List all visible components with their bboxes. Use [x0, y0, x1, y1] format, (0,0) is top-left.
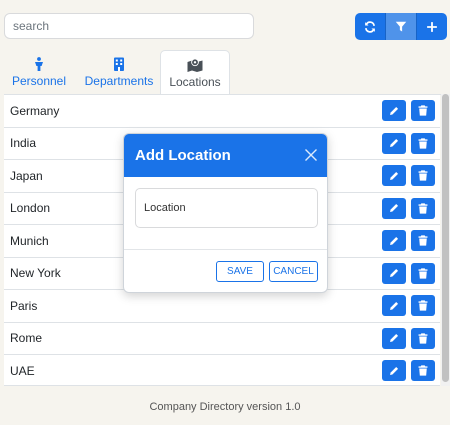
- modal-header: Add Location: [124, 134, 327, 177]
- cancel-button[interactable]: CANCEL: [269, 261, 318, 282]
- location-name: India: [10, 136, 37, 151]
- pencil-icon: [390, 268, 399, 277]
- modal-title: Add Location: [135, 147, 231, 164]
- edit-button[interactable]: [382, 295, 406, 316]
- table-row: UAE: [4, 354, 440, 387]
- delete-button[interactable]: [411, 230, 435, 251]
- location-name: New York: [10, 266, 61, 281]
- tab-personnel[interactable]: Personnel: [4, 50, 74, 95]
- tab-bar: Personnel Departments Locations: [4, 50, 446, 95]
- trash-icon: [418, 267, 428, 279]
- delete-button[interactable]: [411, 100, 435, 121]
- pencil-icon: [390, 236, 399, 245]
- plus-icon: [427, 21, 437, 32]
- location-input[interactable]: [135, 188, 318, 228]
- tab-locations-label: Locations: [169, 75, 221, 89]
- building-icon: [114, 57, 124, 71]
- location-name: Japan: [10, 168, 43, 183]
- trash-icon: [418, 137, 428, 149]
- delete-button[interactable]: [411, 197, 435, 219]
- person-icon: [35, 57, 43, 71]
- location-name: Rome: [10, 331, 43, 346]
- delete-button[interactable]: [411, 132, 435, 154]
- edit-button[interactable]: [382, 132, 406, 154]
- trash-icon: [418, 332, 428, 344]
- edit-button[interactable]: [382, 360, 406, 381]
- location-name: Germany: [10, 103, 60, 118]
- trash-icon: [418, 365, 428, 376]
- footer-text: Company Directory version 1.0: [149, 401, 301, 413]
- edit-button[interactable]: [382, 100, 406, 121]
- edit-button[interactable]: [382, 165, 406, 186]
- scrollbar-thumb[interactable]: [442, 94, 449, 382]
- tab-locations[interactable]: Locations: [160, 50, 230, 95]
- pencil-icon: [390, 333, 399, 342]
- trash-icon: [418, 202, 428, 214]
- top-bar: [4, 13, 447, 40]
- tab-departments[interactable]: Departments: [79, 50, 159, 95]
- pencil-icon: [390, 171, 399, 180]
- location-name: London: [10, 201, 51, 216]
- search-input[interactable]: [4, 13, 254, 39]
- pencil-icon: [390, 301, 399, 310]
- delete-button[interactable]: [411, 262, 435, 284]
- map-icon: [187, 58, 203, 72]
- trash-icon: [418, 300, 428, 311]
- table-row: Germany: [4, 94, 440, 127]
- trash-icon: [418, 235, 428, 246]
- pencil-icon: [390, 138, 399, 147]
- pencil-icon: [390, 366, 399, 375]
- location-name: UAE: [10, 363, 35, 378]
- add-button[interactable]: [417, 13, 447, 40]
- location-name: Munich: [10, 233, 49, 248]
- location-name: Paris: [10, 298, 38, 313]
- edit-button[interactable]: [382, 262, 406, 284]
- pencil-icon: [390, 106, 399, 115]
- delete-button[interactable]: [411, 165, 435, 186]
- add-location-modal: Add Location SAVE CANCEL: [123, 133, 328, 293]
- trash-icon: [418, 105, 428, 116]
- edit-button[interactable]: [382, 197, 406, 219]
- tab-personnel-label: Personnel: [11, 74, 67, 88]
- table-scrollbar[interactable]: [441, 94, 450, 386]
- pencil-icon: [390, 203, 399, 212]
- tab-departments-label: Departments: [84, 74, 154, 88]
- modal-body: [124, 177, 327, 250]
- delete-button[interactable]: [411, 327, 435, 349]
- table-row: Rome: [4, 321, 440, 355]
- delete-button[interactable]: [411, 360, 435, 381]
- delete-button[interactable]: [411, 295, 435, 316]
- filter-icon: [395, 21, 407, 31]
- filter-button[interactable]: [386, 13, 417, 40]
- toolbar-button-group: [355, 13, 447, 40]
- refresh-icon: [365, 20, 375, 33]
- trash-icon: [418, 170, 428, 181]
- close-icon[interactable]: [304, 148, 318, 162]
- edit-button[interactable]: [382, 230, 406, 251]
- save-button[interactable]: SAVE: [216, 261, 264, 282]
- edit-button[interactable]: [382, 327, 406, 349]
- table-row: Paris: [4, 289, 440, 322]
- refresh-button[interactable]: [355, 13, 386, 40]
